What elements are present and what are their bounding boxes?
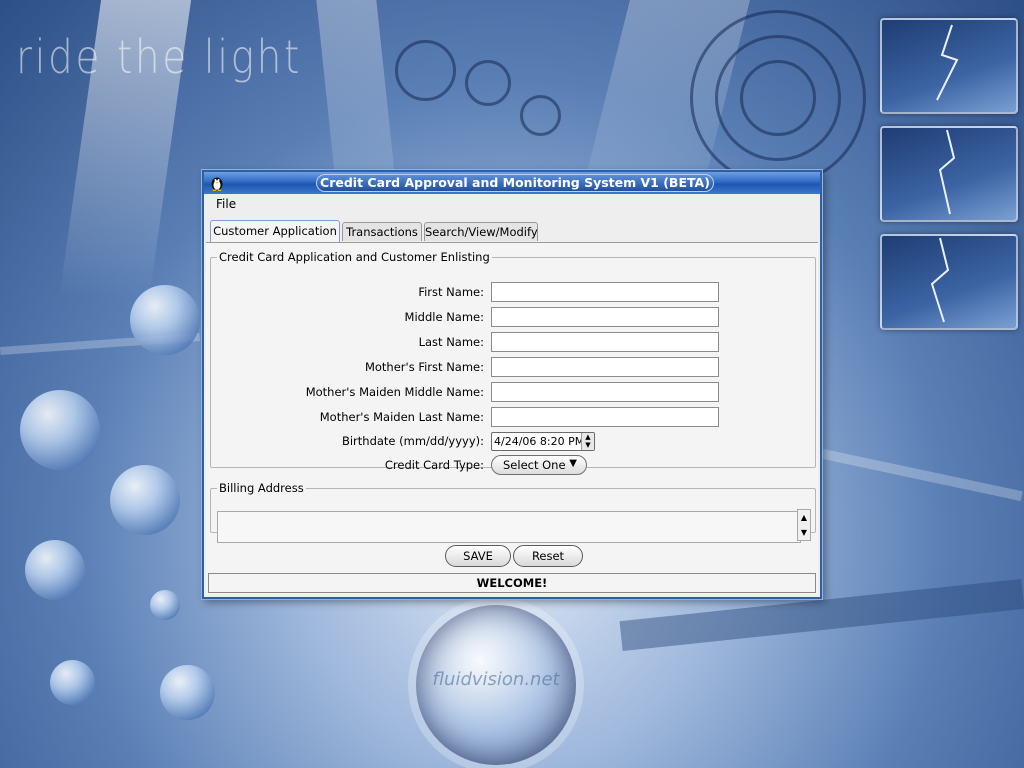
save-button[interactable]: SAVE xyxy=(445,545,511,567)
wallpaper-bubble xyxy=(50,660,95,705)
birthdate-label: Birthdate (mm/dd/yyyy): xyxy=(341,434,484,448)
menu-file[interactable]: File xyxy=(216,197,236,211)
first-name-input[interactable] xyxy=(491,282,719,302)
billing-address-textarea[interactable] xyxy=(217,511,801,543)
mother-first-name-input[interactable] xyxy=(491,357,719,377)
mother-maiden-middle-name-label: Mother's Maiden Middle Name: xyxy=(305,385,484,399)
birthdate-spinner[interactable]: 4/24/06 8:20 PM ▲ ▼ xyxy=(491,432,595,451)
mother-maiden-last-name-input[interactable] xyxy=(491,407,719,427)
spinner-up-icon[interactable]: ▲ xyxy=(582,433,594,441)
scroll-down-icon[interactable]: ▼ xyxy=(798,525,810,540)
penguin-icon[interactable] xyxy=(210,175,224,191)
wallpaper-bubble xyxy=(20,390,100,470)
credit-card-type-select[interactable]: Select One ▼ xyxy=(491,455,587,475)
reset-button[interactable]: Reset xyxy=(513,545,583,567)
birthdate-spinner-buttons: ▲ ▼ xyxy=(581,433,594,450)
wallpaper-bubble xyxy=(160,665,215,720)
status-bar: WELCOME! xyxy=(208,573,816,593)
tab-search-view-modify[interactable]: Search/View/Modify xyxy=(424,222,538,241)
mother-first-name-label: Mother's First Name: xyxy=(364,360,484,374)
wallpaper-slogan: ride the light xyxy=(16,30,302,84)
wallpaper-watermark: fluidvision.net xyxy=(416,605,576,765)
tab-transactions[interactable]: Transactions xyxy=(342,222,422,241)
billing-address-group: Billing Address ▲ ▼ xyxy=(210,481,816,543)
mother-maiden-middle-name-input[interactable] xyxy=(491,382,719,402)
birthdate-value: 4/24/06 8:20 PM xyxy=(494,435,585,448)
tab-customer-application[interactable]: Customer Application xyxy=(210,220,340,242)
wallpaper-bubble xyxy=(110,465,180,535)
middle-name-input[interactable] xyxy=(491,307,719,327)
watermark-text: fluidvision.net xyxy=(432,669,560,690)
billing-address-scrollbar[interactable]: ▲ ▼ xyxy=(797,509,811,541)
billing-address-legend: Billing Address xyxy=(219,481,304,495)
app-window: Credit Card Approval and Monitoring Syst… xyxy=(202,170,822,599)
wallpaper-band xyxy=(821,448,1023,502)
tab-content-customer-application: Credit Card Application and Customer Enl… xyxy=(206,243,818,595)
wallpaper-spiral xyxy=(395,40,456,101)
lightning-icon xyxy=(938,129,956,215)
wallpaper-spiral xyxy=(465,60,511,106)
last-name-label: Last Name: xyxy=(418,335,484,349)
wallpaper-spiral xyxy=(740,60,816,136)
lightning-panel xyxy=(880,18,1018,114)
credit-card-type-value: Select One xyxy=(503,458,566,472)
lightning-icon xyxy=(930,237,950,323)
lightning-panel xyxy=(880,234,1018,330)
menu-bar: File xyxy=(204,194,820,214)
first-name-label: First Name: xyxy=(418,285,484,299)
chevron-down-icon: ▼ xyxy=(569,458,577,469)
title-bar[interactable]: Credit Card Approval and Monitoring Syst… xyxy=(204,172,820,194)
wallpaper-spiral xyxy=(520,95,561,136)
middle-name-label: Middle Name: xyxy=(404,310,484,324)
scroll-up-icon[interactable]: ▲ xyxy=(798,510,810,525)
application-group-legend: Credit Card Application and Customer Enl… xyxy=(219,250,490,264)
wallpaper-bubble xyxy=(25,540,85,600)
last-name-input[interactable] xyxy=(491,332,719,352)
wallpaper-bubble xyxy=(150,590,180,620)
application-group: Credit Card Application and Customer Enl… xyxy=(210,250,816,475)
lightning-icon xyxy=(936,24,959,101)
spinner-down-icon[interactable]: ▼ xyxy=(582,441,594,449)
wallpaper-bubble xyxy=(130,285,200,355)
window-title: Credit Card Approval and Monitoring Syst… xyxy=(316,174,714,192)
lightning-panel xyxy=(880,126,1018,222)
credit-card-type-label: Credit Card Type: xyxy=(384,458,484,472)
mother-maiden-last-name-label: Mother's Maiden Last Name: xyxy=(319,410,484,424)
